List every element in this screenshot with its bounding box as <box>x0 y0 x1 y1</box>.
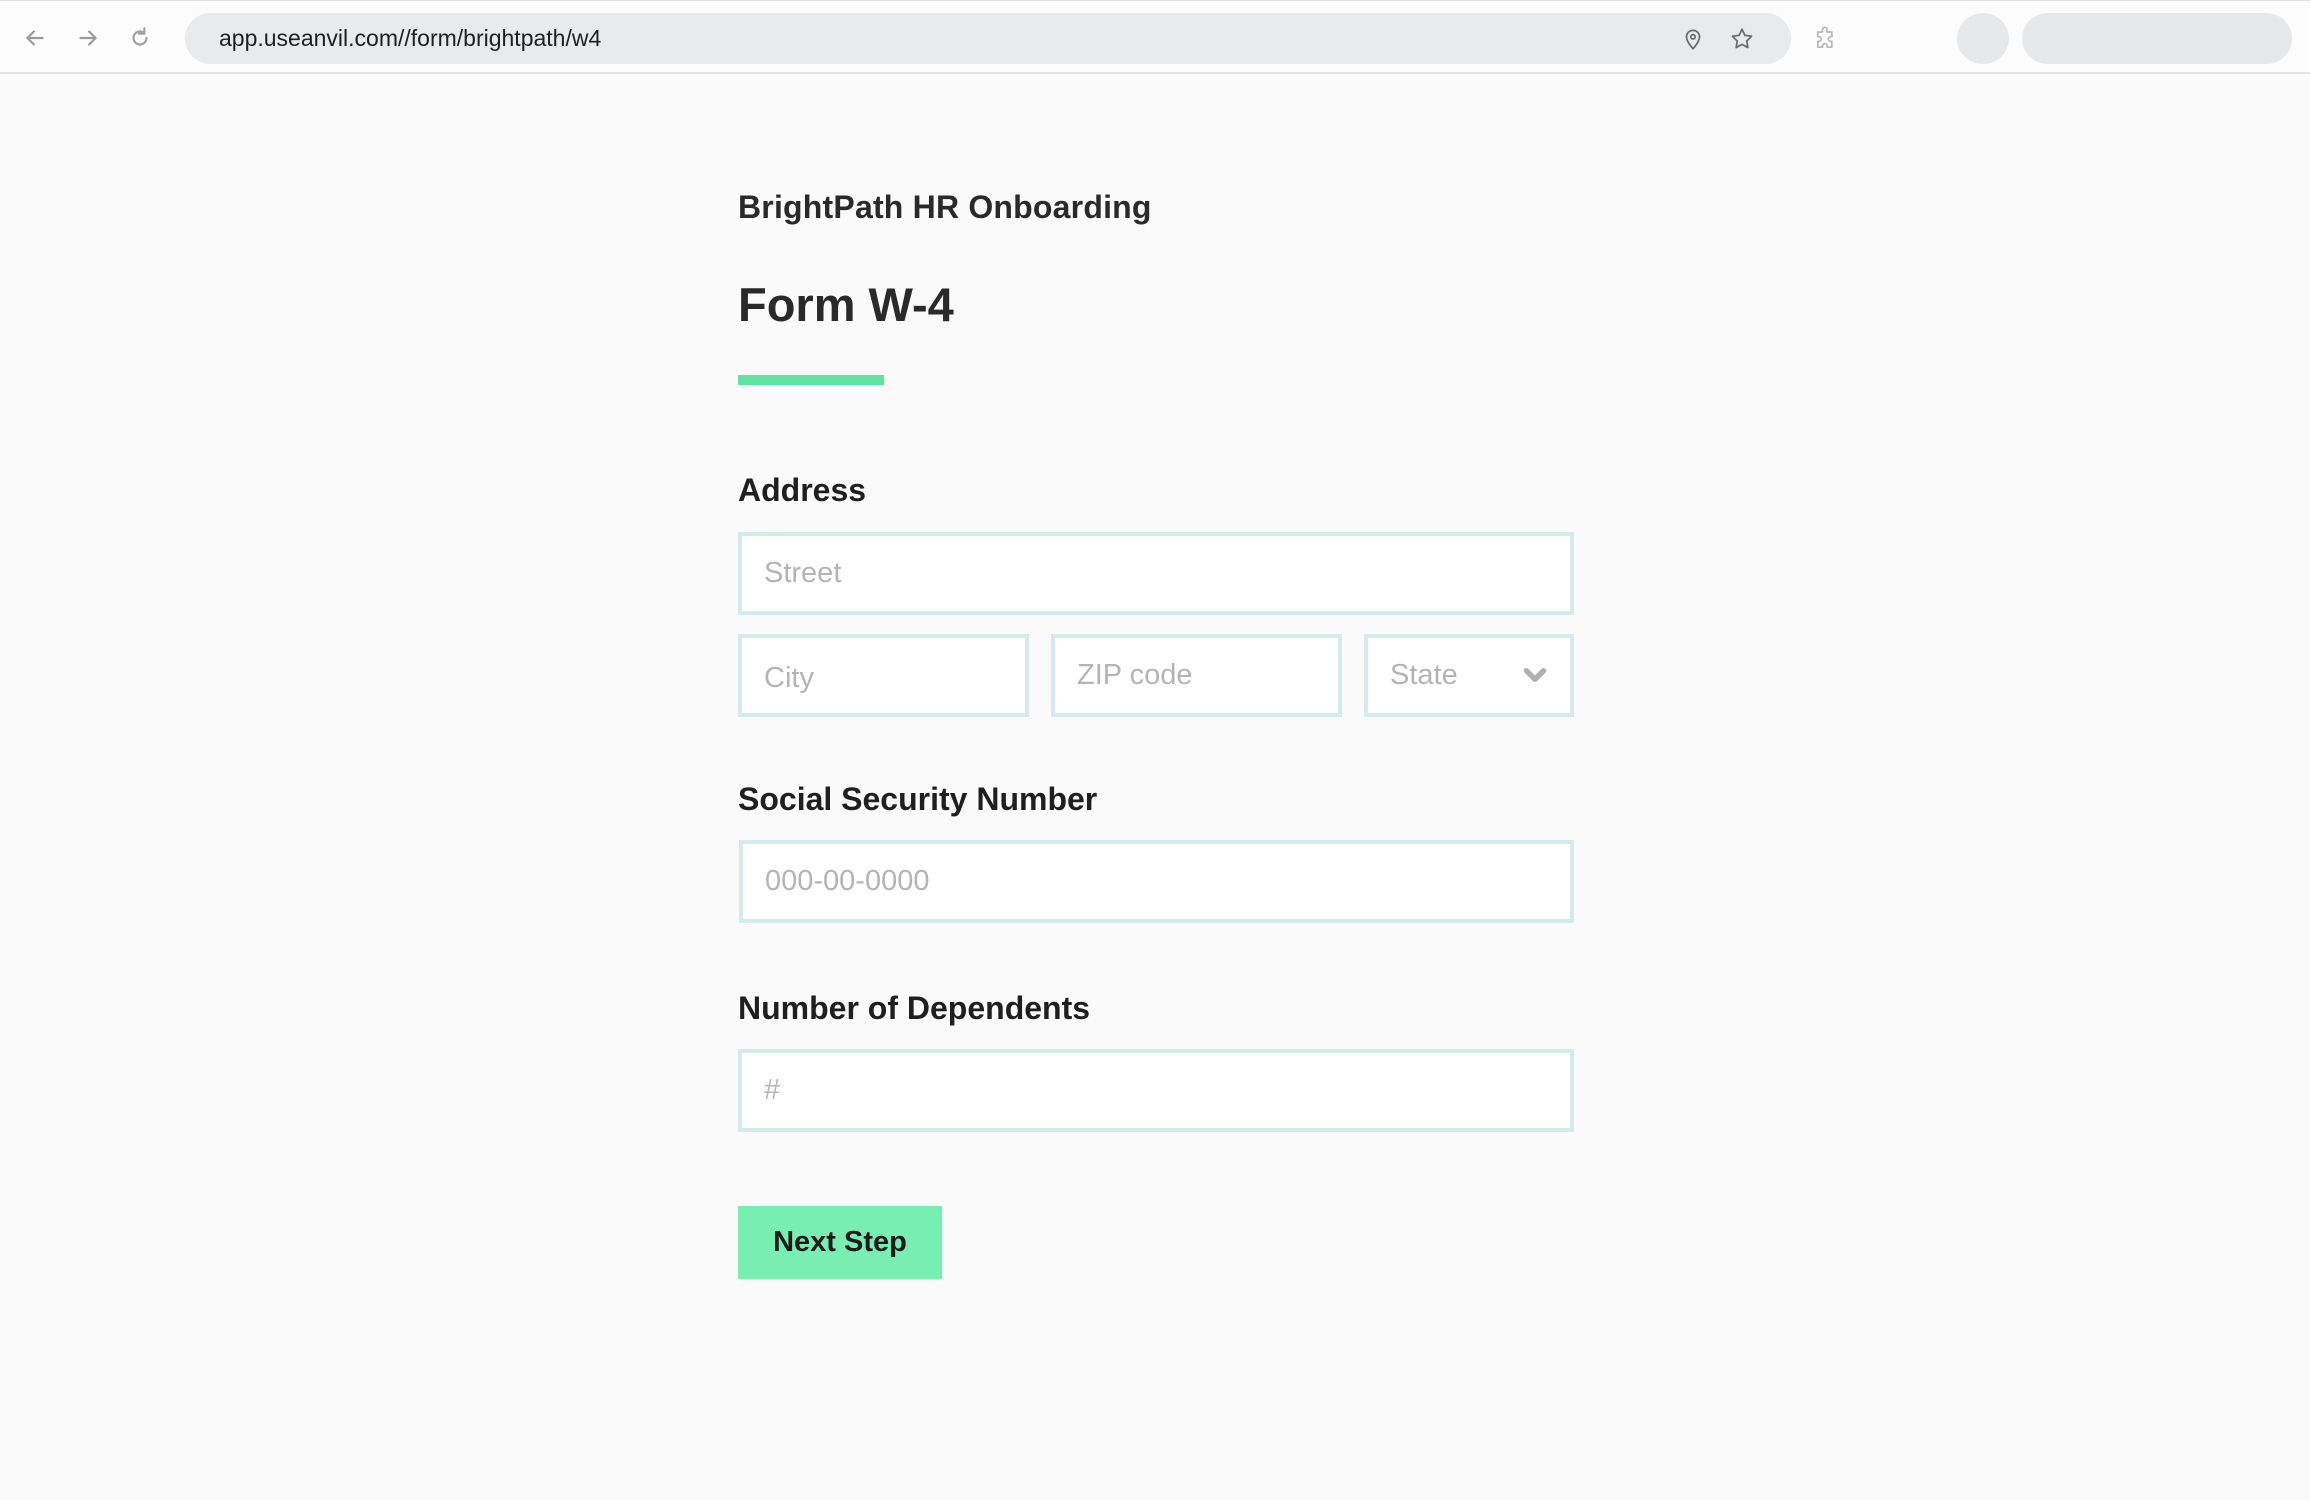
city-field[interactable] <box>738 634 1029 717</box>
back-button[interactable] <box>20 23 50 53</box>
page-title: Form W-4 <box>738 278 954 331</box>
location-button[interactable] <box>1679 25 1707 53</box>
bookmark-button[interactable] <box>1728 25 1756 53</box>
org-title: BrightPath HR Onboarding <box>738 189 1152 225</box>
location-pin-icon <box>1685 29 1701 50</box>
url-text[interactable]: app.useanvil.com//form/brightpath/w4 <box>219 13 601 64</box>
reload-button[interactable] <box>125 23 155 53</box>
dependents-input[interactable] <box>742 1053 1570 1128</box>
zip-input[interactable] <box>1055 638 1338 713</box>
zip-field[interactable] <box>1051 634 1342 717</box>
street-field[interactable] <box>738 532 1574 615</box>
chevron-down-icon <box>1523 667 1547 683</box>
state-select[interactable]: State <box>1364 634 1574 717</box>
ssn-label: Social Security Number <box>738 781 1098 817</box>
ssn-field[interactable] <box>739 840 1574 923</box>
star-icon <box>1731 28 1753 49</box>
street-input[interactable] <box>742 536 1570 611</box>
arrow-left-icon <box>26 30 44 46</box>
arrow-right-icon <box>79 30 97 46</box>
forward-button[interactable] <box>73 23 103 53</box>
city-input[interactable] <box>742 638 1025 713</box>
title-accent-bar <box>738 375 884 385</box>
profile-menu[interactable] <box>2022 13 2292 64</box>
browser-toolbar: app.useanvil.com//form/brightpath/w4 <box>0 0 2310 74</box>
extensions-button[interactable] <box>1812 25 1840 53</box>
profile-avatar[interactable] <box>1957 13 2009 64</box>
address-bar[interactable]: app.useanvil.com//form/brightpath/w4 <box>185 13 1791 64</box>
dependents-field[interactable] <box>738 1049 1574 1132</box>
puzzle-icon <box>1816 26 1833 49</box>
address-label: Address <box>738 472 867 508</box>
ssn-input[interactable] <box>743 844 1570 919</box>
state-select-value: State <box>1390 659 1458 691</box>
next-step-button[interactable]: Next Step <box>738 1206 942 1279</box>
dependents-label: Number of Dependents <box>738 990 1091 1026</box>
reload-icon <box>132 27 148 46</box>
